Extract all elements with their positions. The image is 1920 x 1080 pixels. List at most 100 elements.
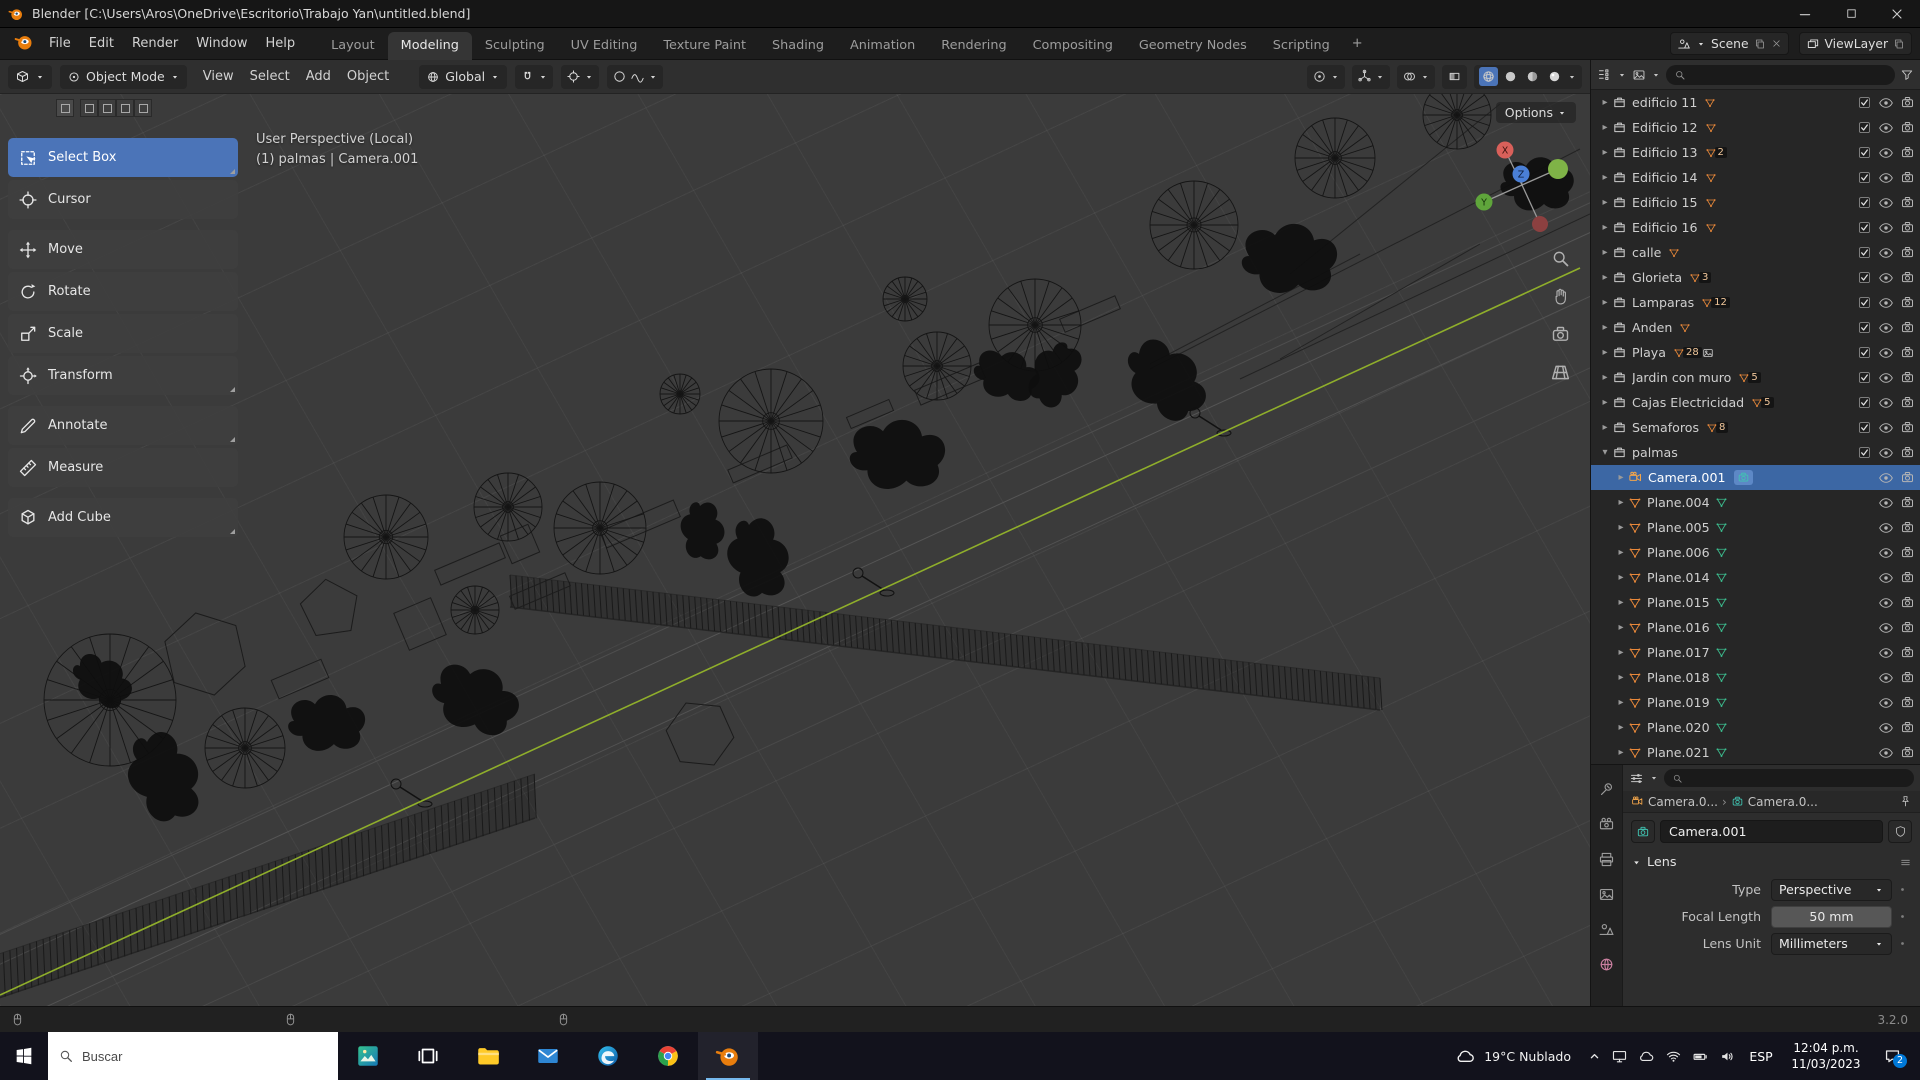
checkbox-icon[interactable] (1857, 170, 1872, 185)
shading-rendered-button[interactable] (1545, 67, 1564, 86)
close-button[interactable] (1874, 0, 1920, 28)
tool-move[interactable]: Move (8, 230, 238, 269)
onedrive-tray-button[interactable] (1633, 1048, 1660, 1065)
menu-help[interactable]: Help (257, 32, 305, 55)
checkbox-icon[interactable] (1857, 445, 1872, 460)
camera-render-icon[interactable] (1900, 595, 1915, 610)
expander-icon[interactable]: ▸ (1598, 322, 1612, 333)
camera-render-icon[interactable] (1900, 620, 1915, 635)
camera-render-icon[interactable] (1900, 645, 1915, 660)
expander-icon[interactable]: ▸ (1614, 497, 1628, 508)
tool-option-toggle-2[interactable] (80, 99, 98, 117)
expander-icon[interactable]: ▾ (1598, 447, 1612, 458)
camera-render-icon[interactable] (1900, 220, 1915, 235)
camera-render-icon[interactable] (1900, 570, 1915, 585)
eye-icon[interactable] (1878, 370, 1894, 386)
viewport-menu-add[interactable]: Add (298, 65, 339, 88)
display-mode-icon[interactable] (1632, 68, 1646, 82)
monitor-tray-button[interactable] (1606, 1048, 1633, 1065)
add-workspace-button[interactable]: + (1343, 31, 1372, 56)
workspace-tab-animation[interactable]: Animation (837, 32, 928, 60)
overlays-toggle[interactable] (1397, 64, 1435, 89)
expander-icon[interactable]: ▸ (1598, 272, 1612, 283)
taskbar-app-blender[interactable] (698, 1032, 758, 1080)
minimize-button[interactable] (1782, 0, 1828, 28)
eye-icon[interactable] (1878, 420, 1894, 436)
expander-icon[interactable]: ▸ (1614, 747, 1628, 758)
wireframe-scene[interactable] (0, 94, 1590, 1006)
shading-material-button[interactable] (1523, 67, 1542, 86)
viewport-canvas[interactable]: User Perspective (Local) (1) palmas | Ca… (0, 94, 1590, 1006)
expander-icon[interactable]: ▸ (1614, 547, 1628, 558)
gizmo-y-neg-axis[interactable] (1548, 159, 1568, 179)
snap-target-controls[interactable] (561, 64, 600, 89)
outliner-item-plane-020[interactable]: ▸ Plane.020 (1591, 715, 1920, 740)
language-indicator[interactable]: ESP (1741, 1049, 1781, 1064)
proportional-editing-toggle[interactable] (607, 64, 664, 89)
outliner-item-plane-018[interactable]: ▸ Plane.018 (1591, 665, 1920, 690)
unlink-icon[interactable] (1771, 38, 1782, 49)
orientation-selector[interactable]: Global (419, 64, 508, 89)
checkbox-icon[interactable] (1857, 120, 1872, 135)
lens-section-header[interactable]: Lens (1623, 847, 1920, 876)
expander-icon[interactable]: ▸ (1598, 222, 1612, 233)
properties-tab-render-tab-icon[interactable] (1596, 814, 1617, 835)
lens-unit-dropdown[interactable]: Millimeters (1771, 932, 1892, 955)
taskbar-app-photos[interactable] (338, 1032, 398, 1080)
eye-icon[interactable] (1878, 470, 1894, 486)
outliner-item-plane-021[interactable]: ▸ Plane.021 (1591, 740, 1920, 764)
camera-render-icon[interactable] (1900, 295, 1915, 310)
taskbar-search[interactable] (48, 1032, 338, 1080)
decorator-dot-icon[interactable] (1892, 884, 1912, 895)
menu-hamburger-icon[interactable] (1899, 856, 1912, 869)
outliner-item-edificio-14[interactable]: ▸ Edificio 14 (1591, 165, 1920, 190)
zoom-button[interactable] (1546, 244, 1574, 272)
expander-icon[interactable]: ▸ (1598, 172, 1612, 183)
expander-icon[interactable]: ▸ (1598, 297, 1612, 308)
properties-search-input[interactable] (1688, 770, 1906, 786)
tool-annotate[interactable]: Annotate (8, 406, 238, 445)
expander-icon[interactable]: ▸ (1614, 697, 1628, 708)
tool-scale[interactable]: Scale (8, 314, 238, 353)
properties-search[interactable] (1664, 769, 1914, 787)
mode-selector[interactable]: Object Mode (60, 64, 187, 89)
camera-view-button[interactable] (1546, 320, 1574, 348)
expander-icon[interactable]: ▸ (1614, 522, 1628, 533)
outliner-item-plane-015[interactable]: ▸ Plane.015 (1591, 590, 1920, 615)
eye-icon[interactable] (1878, 445, 1894, 461)
tool-option-toggle-1[interactable] (56, 99, 74, 117)
eye-icon[interactable] (1878, 345, 1894, 361)
outliner-item-edificio-11[interactable]: ▸ edificio 11 (1591, 90, 1920, 115)
camera-render-icon[interactable] (1900, 520, 1915, 535)
shading-solid-button[interactable] (1501, 67, 1520, 86)
notification-center-button[interactable]: 2 (1871, 1047, 1913, 1068)
checkbox-icon[interactable] (1857, 270, 1872, 285)
eye-icon[interactable] (1878, 545, 1894, 561)
camera-name-field[interactable]: Camera.001 (1660, 820, 1883, 843)
workspace-tab-layout[interactable]: Layout (318, 32, 388, 60)
camera-render-icon[interactable] (1900, 345, 1915, 360)
checkbox-icon[interactable] (1857, 295, 1872, 310)
taskbar-app-taskview[interactable] (398, 1032, 458, 1080)
eye-icon[interactable] (1878, 145, 1894, 161)
perspective-toggle-button[interactable] (1546, 358, 1574, 386)
weather-widget[interactable]: 19°C Nublado (1444, 1046, 1582, 1067)
pin-icon[interactable] (1899, 795, 1912, 808)
camera-render-icon[interactable] (1900, 395, 1915, 410)
pan-button[interactable] (1546, 282, 1574, 310)
outliner-item-edificio-13[interactable]: ▸ Edificio 13 2 (1591, 140, 1920, 165)
eye-icon[interactable] (1878, 570, 1894, 586)
expander-icon[interactable]: ▸ (1598, 347, 1612, 358)
camera-render-icon[interactable] (1900, 270, 1915, 285)
gizmo-x-neg-axis[interactable] (1532, 216, 1548, 232)
checkbox-icon[interactable] (1857, 370, 1872, 385)
taskbar-app-mail[interactable] (518, 1032, 578, 1080)
network-tray-button[interactable] (1660, 1048, 1687, 1065)
checkbox-icon[interactable] (1857, 145, 1872, 160)
tool-rotate[interactable]: Rotate (8, 272, 238, 311)
menu-edit[interactable]: Edit (80, 32, 123, 55)
blender-menu-button[interactable] (8, 32, 40, 56)
outliner-item-calle[interactable]: ▸ calle (1591, 240, 1920, 265)
eye-icon[interactable] (1878, 120, 1894, 136)
checkbox-icon[interactable] (1857, 195, 1872, 210)
